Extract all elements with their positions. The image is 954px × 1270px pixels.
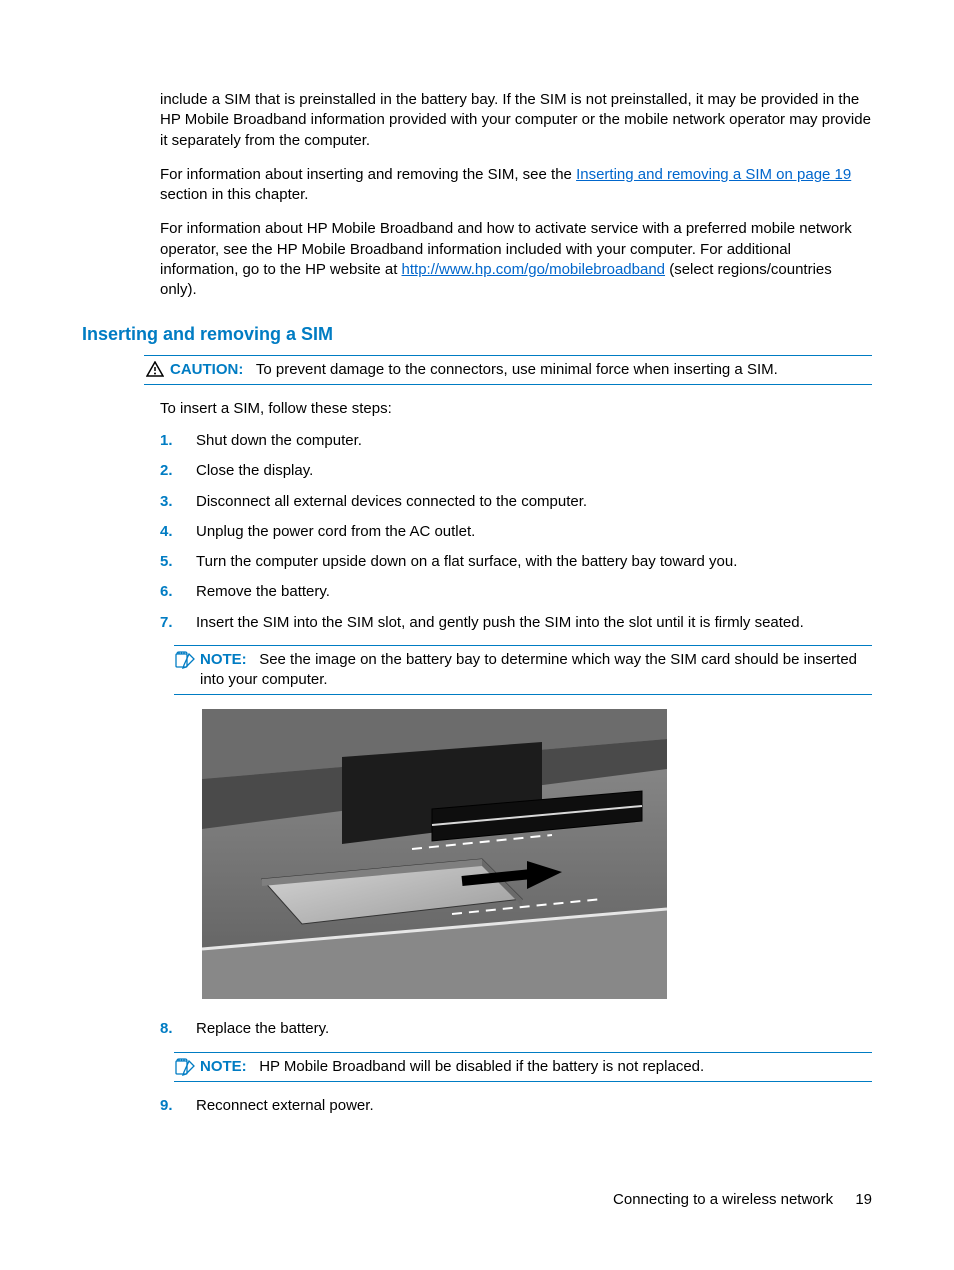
step-item: 2. Close the display. [160, 461, 872, 481]
document-page: include a SIM that is preinstalled in th… [0, 0, 954, 1270]
caution-admonition: CAUTION: To prevent damage to the connec… [144, 355, 872, 385]
step-number: 3. [160, 492, 178, 512]
link-hp-mobilebroadband[interactable]: http://www.hp.com/go/mobilebroadband [402, 261, 666, 278]
step-item: 8. Replace the battery. [160, 1019, 872, 1039]
note-label: NOTE: [200, 651, 247, 668]
step-item: 6. Remove the battery. [160, 582, 872, 602]
step-number: 9. [160, 1096, 178, 1116]
step-item: 1. Shut down the computer. [160, 431, 872, 451]
step-text: Shut down the computer. [196, 431, 362, 451]
figure-sim-insert [202, 709, 667, 999]
note-admonition-2: NOTE: HP Mobile Broadband will be disabl… [174, 1052, 872, 1082]
step-text: Replace the battery. [196, 1019, 329, 1039]
step-number: 8. [160, 1019, 178, 1039]
note-content: NOTE: HP Mobile Broadband will be disabl… [200, 1057, 872, 1077]
note-content: NOTE: See the image on the battery bay t… [200, 650, 872, 691]
step-text: Reconnect external power. [196, 1096, 374, 1116]
section-heading: Inserting and removing a SIM [82, 322, 872, 346]
step-text: Disconnect all external devices connecte… [196, 492, 587, 512]
step-text: Unplug the power cord from the AC outlet… [196, 522, 475, 542]
step-text: Turn the computer upside down on a flat … [196, 552, 737, 572]
step-item: 5. Turn the computer upside down on a fla… [160, 552, 872, 572]
page-footer: Connecting to a wireless network 19 [613, 1190, 872, 1210]
caution-content: CAUTION: To prevent damage to the connec… [170, 360, 872, 380]
footer-section-title: Connecting to a wireless network [613, 1191, 833, 1208]
note-label: NOTE: [200, 1058, 247, 1075]
link-inserting-sim[interactable]: Inserting and removing a SIM on page 19 [576, 166, 851, 183]
note-text: See the image on the battery bay to dete… [200, 651, 857, 688]
steps-list-a: 1. Shut down the computer. 2. Close the dis… [160, 431, 872, 633]
intro-paragraph-2: For information about inserting and remo… [160, 165, 872, 206]
note-pencil-icon [174, 650, 196, 669]
caution-text [248, 361, 256, 378]
step-text: Insert the SIM into the SIM slot, and ge… [196, 613, 804, 633]
caution-text: To prevent damage to the connectors, use… [256, 361, 778, 378]
note-text: HP Mobile Broadband will be disabled if … [259, 1058, 704, 1075]
text-fragment: section in this chapter. [160, 186, 308, 203]
step-item: 4. Unplug the power cord from the AC outl… [160, 522, 872, 542]
step-item: 9. Reconnect external power. [160, 1096, 872, 1116]
text-fragment: For information about inserting and remo… [160, 166, 576, 183]
step-number: 2. [160, 461, 178, 481]
steps-intro: To insert a SIM, follow these steps: [160, 399, 872, 419]
steps-list-c: 9. Reconnect external power. [160, 1096, 872, 1116]
steps-list-b: 8. Replace the battery. [160, 1019, 872, 1039]
step-number: 7. [160, 613, 178, 633]
intro-block: include a SIM that is preinstalled in th… [160, 90, 872, 300]
note-admonition-1: NOTE: See the image on the battery bay t… [174, 645, 872, 696]
step-item: 3. Disconnect all external devices connec… [160, 492, 872, 512]
step-text: Close the display. [196, 461, 313, 481]
caution-label: CAUTION: [170, 361, 243, 378]
step-item: 7. Insert the SIM into the SIM slot, and … [160, 613, 872, 633]
note-pencil-icon [174, 1057, 196, 1076]
caution-triangle-icon [144, 360, 166, 377]
step-number: 6. [160, 582, 178, 602]
page-number: 19 [855, 1190, 872, 1210]
intro-paragraph-3: For information about HP Mobile Broadban… [160, 219, 872, 300]
intro-paragraph-1: include a SIM that is preinstalled in th… [160, 90, 872, 151]
step-number: 4. [160, 522, 178, 542]
step-text: Remove the battery. [196, 582, 330, 602]
step-number: 5. [160, 552, 178, 572]
step-number: 1. [160, 431, 178, 451]
